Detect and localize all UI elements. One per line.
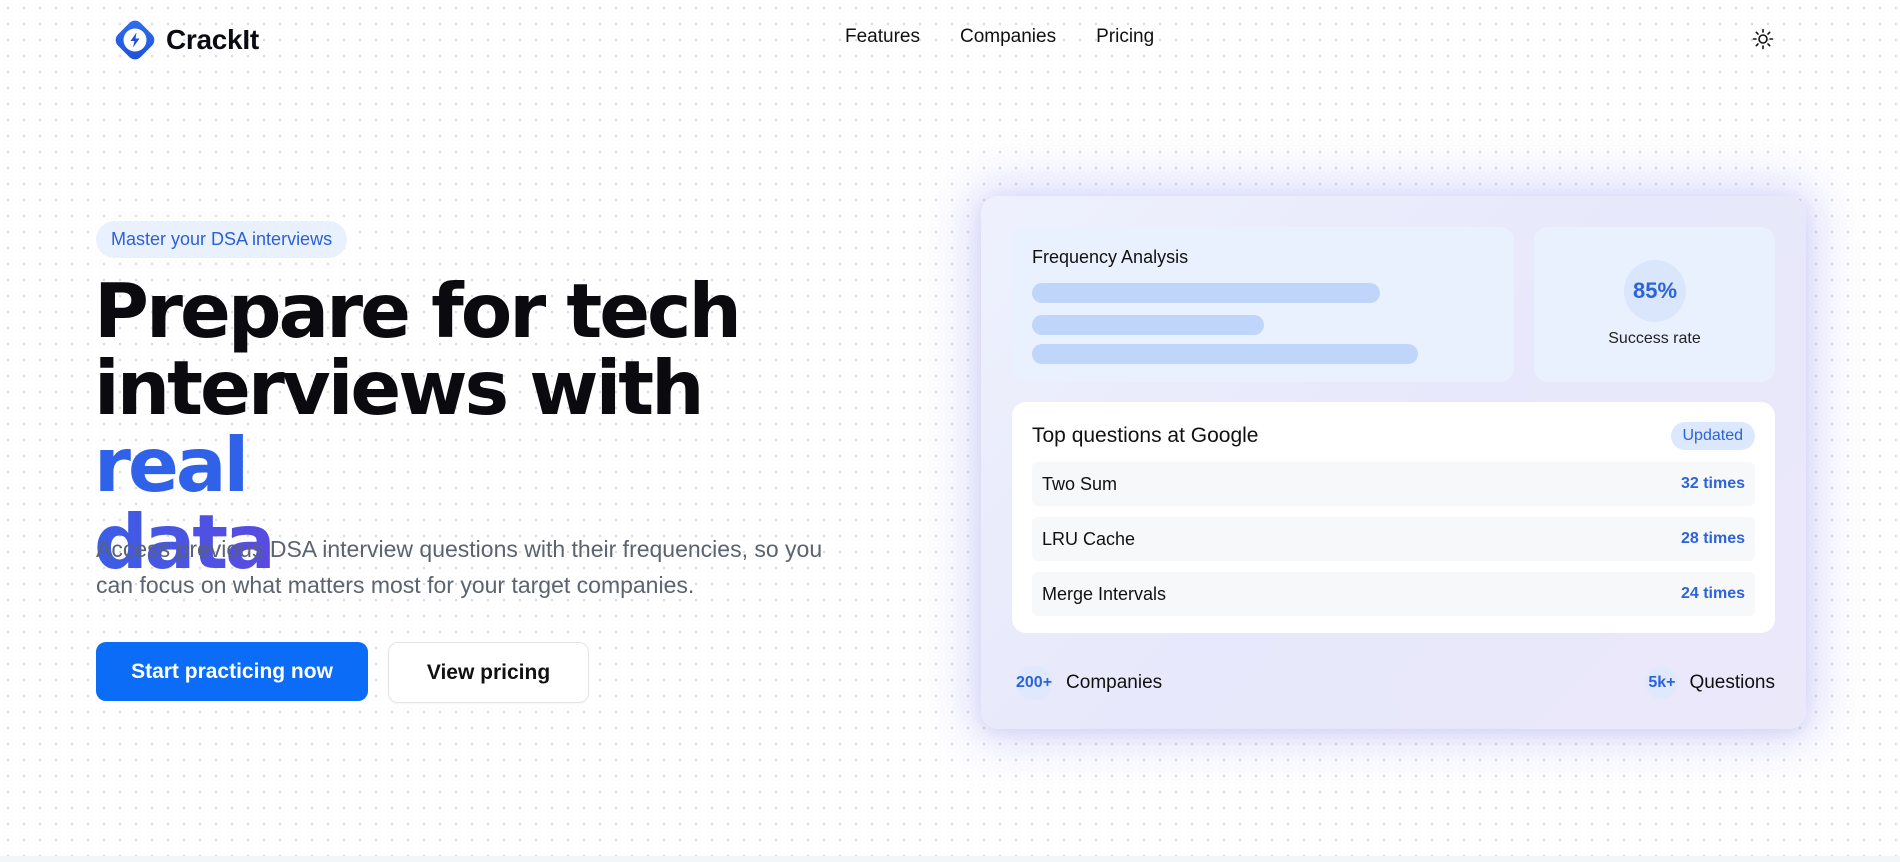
nav-links: Features Companies Pricing	[845, 26, 1154, 48]
companies-stat-label: Companies	[1066, 672, 1163, 693]
top-nav: CrackIt Features Companies Pricing	[0, 0, 1900, 80]
frequency-analysis-panel: Frequency Analysis	[1012, 227, 1514, 382]
brand-logo[interactable]: CrackIt	[110, 15, 259, 65]
questions-stat: 5k+ Questions	[1644, 666, 1775, 700]
brand-name: CrackIt	[166, 24, 259, 55]
question-count: 24 times	[1680, 585, 1745, 602]
question-name: LRU Cache	[1042, 529, 1136, 549]
frequency-analysis-title: Frequency Analysis	[1032, 247, 1189, 267]
nav-link-companies[interactable]: Companies	[960, 26, 1056, 48]
frequency-bar	[1032, 315, 1264, 335]
frequency-bar	[1032, 283, 1380, 303]
question-count: 28 times	[1680, 530, 1745, 547]
dashboard-preview-card: Frequency Analysis 85% Success rate Top …	[981, 196, 1806, 729]
view-pricing-button[interactable]: View pricing	[388, 642, 589, 703]
questions-stat-label: Questions	[1689, 672, 1775, 693]
updated-badge: Updated	[1670, 422, 1755, 450]
nav-link-pricing[interactable]: Pricing	[1096, 26, 1154, 48]
headline-highlight-real: real	[94, 421, 249, 509]
question-row[interactable]: Two Sum 32 times	[1032, 462, 1755, 506]
nav-link-features[interactable]: Features	[845, 26, 920, 48]
top-questions-panel: Top questions at Google Updated Two Sum …	[1012, 402, 1775, 633]
success-rate-label: Success rate	[1608, 330, 1701, 347]
companies-stat: 200+ Companies	[1012, 666, 1162, 700]
companies-stat-value: 200+	[1012, 666, 1057, 700]
lightning-badge-icon	[115, 20, 155, 60]
question-row[interactable]: Merge Intervals 24 times	[1032, 572, 1755, 616]
question-name: Two Sum	[1042, 474, 1118, 494]
headline-line2: interviews with	[94, 344, 705, 432]
questions-stat-value: 5k+	[1644, 666, 1680, 700]
question-row[interactable]: LRU Cache 28 times	[1032, 517, 1755, 561]
success-rate-panel: 85% Success rate	[1534, 227, 1775, 382]
top-questions-title: Top questions at Google	[1032, 424, 1259, 447]
question-name: Merge Intervals	[1042, 584, 1167, 604]
hero-subtext: Access previous DSA interview questions …	[96, 536, 823, 598]
start-practicing-button[interactable]: Start practicing now	[96, 642, 368, 701]
success-rate-value: 85%	[1624, 260, 1686, 322]
section-divider	[0, 856, 1900, 862]
headline-line1: Prepare for tech	[94, 267, 742, 355]
sun-icon[interactable]	[1752, 28, 1774, 50]
hero-badge: Master your DSA interviews	[96, 221, 348, 258]
frequency-bar	[1032, 344, 1418, 364]
question-count: 32 times	[1680, 475, 1745, 492]
